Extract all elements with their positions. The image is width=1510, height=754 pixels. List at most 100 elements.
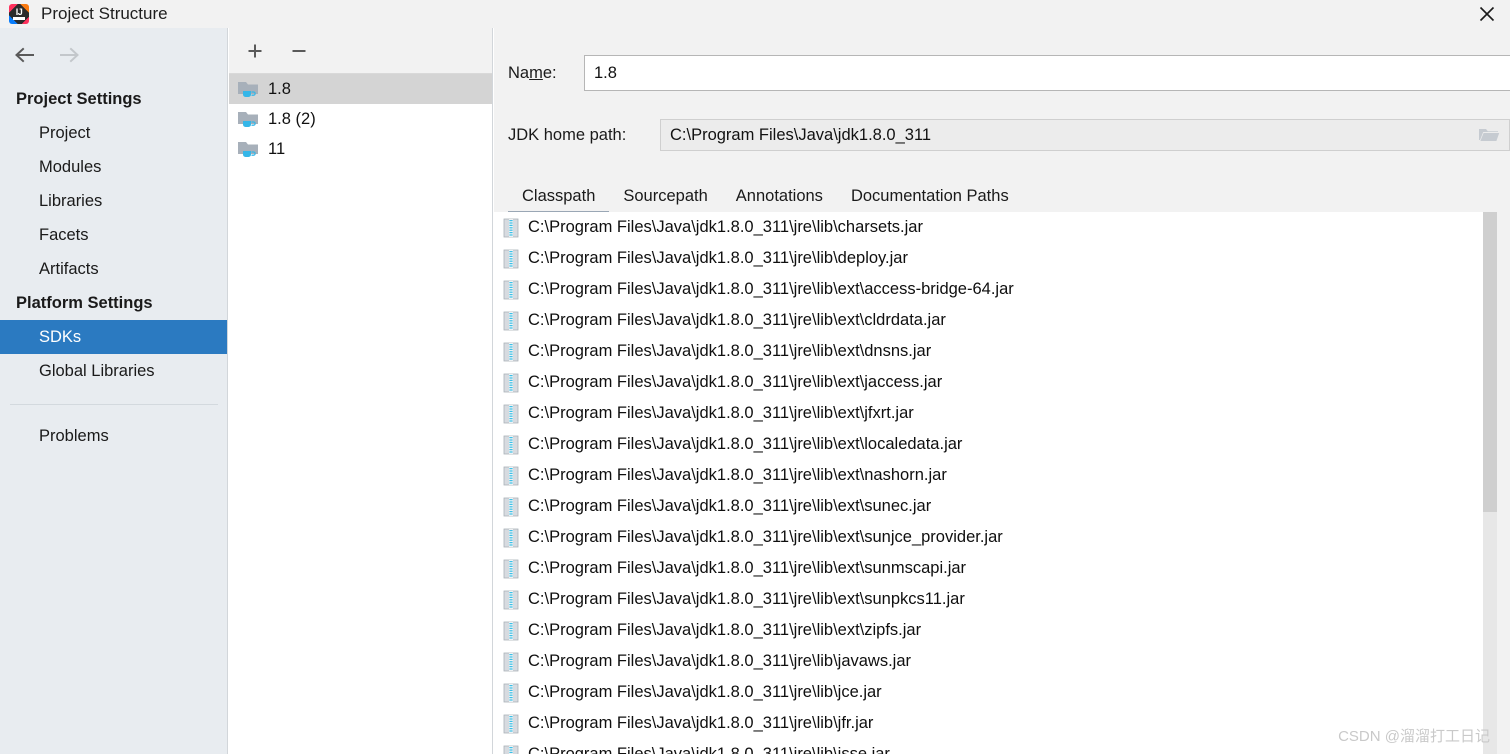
jar-archive-icon xyxy=(503,497,519,516)
sidebar-item-libraries[interactable]: Libraries xyxy=(0,184,228,218)
sidebar-right-border xyxy=(227,28,228,754)
classpath-row[interactable]: C:\Program Files\Java\jdk1.8.0_311\jre\l… xyxy=(494,274,1484,305)
sdk-list-item[interactable]: 1.8 (2) xyxy=(229,104,493,134)
classpath-row[interactable]: C:\Program Files\Java\jdk1.8.0_311\jre\l… xyxy=(494,522,1484,553)
sdk-list-panel: 1.8 1.8 (2) 11 xyxy=(229,28,493,754)
jdk-folder-icon xyxy=(238,82,258,97)
classpath-row[interactable]: C:\Program Files\Java\jdk1.8.0_311\jre\l… xyxy=(494,243,1484,274)
jar-archive-icon xyxy=(503,342,519,361)
jdk-folder-icon xyxy=(238,112,258,127)
jar-archive-icon xyxy=(503,218,519,237)
classpath-row[interactable]: C:\Program Files\Java\jdk1.8.0_311\jre\l… xyxy=(494,429,1484,460)
jar-archive-icon xyxy=(503,249,519,268)
classpath-row-path: C:\Program Files\Java\jdk1.8.0_311\jre\l… xyxy=(528,311,946,329)
add-sdk-button[interactable] xyxy=(243,39,267,63)
sdk-list-item[interactable]: 1.8 xyxy=(229,74,493,104)
jdk-folder-icon xyxy=(238,142,258,157)
classpath-row[interactable]: C:\Program Files\Java\jdk1.8.0_311\jre\l… xyxy=(494,739,1484,754)
sidebar-item-modules[interactable]: Modules xyxy=(0,150,228,184)
classpath-row-path: C:\Program Files\Java\jdk1.8.0_311\jre\l… xyxy=(528,590,965,608)
sidebar-item-facets[interactable]: Facets xyxy=(0,218,228,252)
classpath-row-path: C:\Program Files\Java\jdk1.8.0_311\jre\l… xyxy=(528,466,947,484)
classpath-row[interactable]: C:\Program Files\Java\jdk1.8.0_311\jre\l… xyxy=(494,212,1484,243)
jar-archive-icon xyxy=(503,311,519,330)
logo-bar xyxy=(13,17,25,20)
jdk-home-path-value: C:\Program Files\Java\jdk1.8.0_311 xyxy=(670,125,932,144)
arrow-left-icon xyxy=(15,47,34,63)
back-button[interactable] xyxy=(12,45,36,65)
classpath-row-path: C:\Program Files\Java\jdk1.8.0_311\jre\l… xyxy=(528,404,914,422)
tab-sourcepath[interactable]: Sourcepath xyxy=(609,183,721,214)
folder-open-icon xyxy=(1479,129,1500,141)
classpath-row[interactable]: C:\Program Files\Java\jdk1.8.0_311\jre\l… xyxy=(494,708,1484,739)
sidebar-group-platform-settings: Platform Settings xyxy=(16,294,153,312)
classpath-row-path: C:\Program Files\Java\jdk1.8.0_311\jre\l… xyxy=(528,745,890,754)
close-icon xyxy=(1479,6,1495,22)
sidebar-item-problems[interactable]: Problems xyxy=(0,419,228,453)
jar-archive-icon xyxy=(503,745,519,754)
classpath-row-path: C:\Program Files\Java\jdk1.8.0_311\jre\l… xyxy=(528,559,967,577)
classpath-row[interactable]: C:\Program Files\Java\jdk1.8.0_311\jre\l… xyxy=(494,615,1484,646)
sidebar-item-artifacts[interactable]: Artifacts xyxy=(0,252,228,286)
jar-archive-icon xyxy=(503,528,519,547)
classpath-row[interactable]: C:\Program Files\Java\jdk1.8.0_311\jre\l… xyxy=(494,491,1484,522)
name-field-row: Name: 1.8 xyxy=(494,53,1510,93)
jdk-home-path-label: JDK home path: xyxy=(508,125,627,144)
sdk-toolbar xyxy=(229,28,493,74)
jar-archive-icon xyxy=(503,683,519,702)
classpath-row[interactable]: C:\Program Files\Java\jdk1.8.0_311\jre\l… xyxy=(494,336,1484,367)
remove-sdk-button[interactable] xyxy=(287,39,311,63)
jdk-home-path-input[interactable]: C:\Program Files\Java\jdk1.8.0_311 xyxy=(660,119,1510,151)
classpath-row-path: C:\Program Files\Java\jdk1.8.0_311\jre\l… xyxy=(528,280,1014,298)
classpath-row[interactable]: C:\Program Files\Java\jdk1.8.0_311\jre\l… xyxy=(494,305,1484,336)
plus-icon xyxy=(248,44,262,57)
minus-icon xyxy=(292,49,306,52)
jar-archive-icon xyxy=(503,466,519,485)
classpath-row-path: C:\Program Files\Java\jdk1.8.0_311\jre\l… xyxy=(528,435,963,453)
classpath-row-path: C:\Program Files\Java\jdk1.8.0_311\jre\l… xyxy=(528,621,922,639)
classpath-scrollbar-thumb[interactable] xyxy=(1483,212,1497,512)
classpath-row[interactable]: C:\Program Files\Java\jdk1.8.0_311\jre\l… xyxy=(494,646,1484,677)
jdk-home-path-row: JDK home path: C:\Program Files\Java\jdk… xyxy=(494,115,1510,155)
sdk-detail-pane: Name: 1.8 JDK home path: C:\Program File… xyxy=(494,28,1510,754)
project-structure-dialog: IJ Project Structure Project Settings Pr… xyxy=(0,0,1510,754)
detail-tabs: Classpath Sourcepath Annotations Documen… xyxy=(494,177,1510,215)
logo-letters: IJ xyxy=(15,7,23,17)
close-button[interactable] xyxy=(1464,0,1510,28)
sdk-name-input[interactable]: 1.8 xyxy=(584,55,1510,91)
name-field-label: Name: xyxy=(508,63,557,82)
classpath-row-path: C:\Program Files\Java\jdk1.8.0_311\jre\l… xyxy=(528,652,912,670)
classpath-row[interactable]: C:\Program Files\Java\jdk1.8.0_311\jre\l… xyxy=(494,584,1484,615)
classpath-row-path: C:\Program Files\Java\jdk1.8.0_311\jre\l… xyxy=(528,373,943,391)
classpath-row[interactable]: C:\Program Files\Java\jdk1.8.0_311\jre\l… xyxy=(494,677,1484,708)
classpath-row[interactable]: C:\Program Files\Java\jdk1.8.0_311\jre\l… xyxy=(494,367,1484,398)
jar-archive-icon xyxy=(503,621,519,640)
classpath-row-path: C:\Program Files\Java\jdk1.8.0_311\jre\l… xyxy=(528,528,1003,546)
sidebar-item-global-libraries[interactable]: Global Libraries xyxy=(0,354,228,388)
tab-documentation-paths[interactable]: Documentation Paths xyxy=(837,183,1023,214)
intellij-idea-logo-icon: IJ xyxy=(9,4,29,24)
tab-annotations[interactable]: Annotations xyxy=(722,183,837,214)
tab-classpath[interactable]: Classpath xyxy=(508,183,610,214)
classpath-row[interactable]: C:\Program Files\Java\jdk1.8.0_311\jre\l… xyxy=(494,553,1484,584)
jar-archive-icon xyxy=(503,404,519,423)
sidebar-divider xyxy=(10,404,218,405)
classpath-row[interactable]: C:\Program Files\Java\jdk1.8.0_311\jre\l… xyxy=(494,398,1484,429)
navigation-arrows xyxy=(0,28,228,82)
classpath-row-path: C:\Program Files\Java\jdk1.8.0_311\jre\l… xyxy=(528,342,932,360)
sdk-panel-right-border xyxy=(492,28,493,754)
classpath-row[interactable]: C:\Program Files\Java\jdk1.8.0_311\jre\l… xyxy=(494,460,1484,491)
sidebar-item-project[interactable]: Project xyxy=(0,116,228,150)
jar-archive-icon xyxy=(503,435,519,454)
sdk-list-item[interactable]: 11 xyxy=(229,134,493,164)
forward-button[interactable] xyxy=(58,45,82,65)
classpath-row-path: C:\Program Files\Java\jdk1.8.0_311\jre\l… xyxy=(528,218,923,236)
sidebar-group-project-settings: Project Settings xyxy=(16,90,142,108)
classpath-row-path: C:\Program Files\Java\jdk1.8.0_311\jre\l… xyxy=(528,683,882,701)
jar-archive-icon xyxy=(503,280,519,299)
jar-archive-icon xyxy=(503,652,519,671)
window-titlebar: IJ Project Structure xyxy=(0,0,1510,28)
sidebar-item-sdks[interactable]: SDKs xyxy=(0,320,228,354)
jar-archive-icon xyxy=(503,373,519,392)
classpath-row-path: C:\Program Files\Java\jdk1.8.0_311\jre\l… xyxy=(528,714,874,732)
